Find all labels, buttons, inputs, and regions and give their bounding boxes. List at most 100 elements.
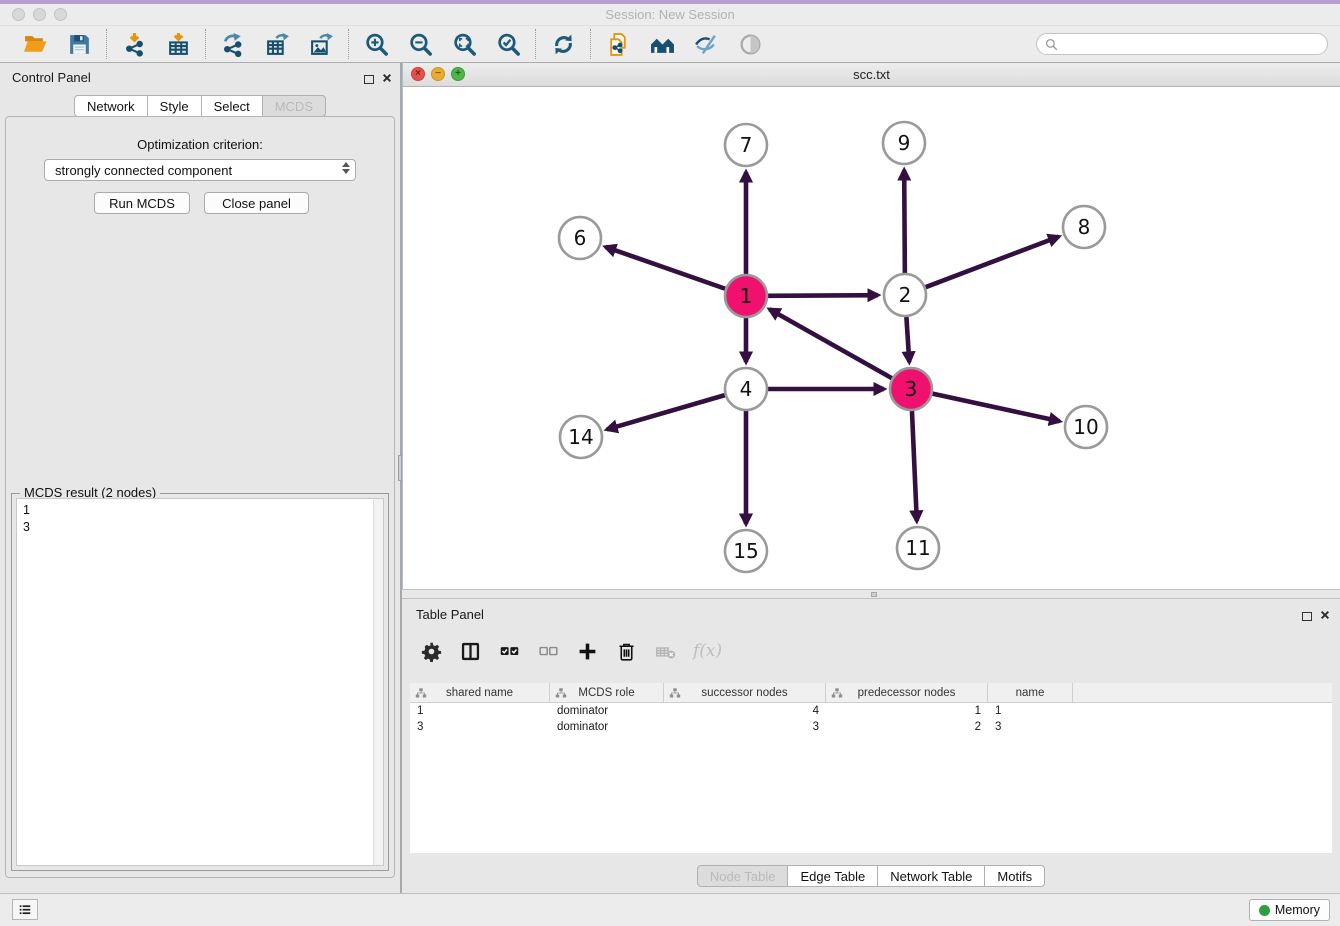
memory-button[interactable]: Memory — [1249, 899, 1330, 921]
edge-2-9[interactable] — [904, 170, 905, 273]
search-box[interactable] — [1036, 33, 1328, 55]
tab-node-table[interactable]: Node Table — [697, 865, 788, 887]
mcds-result-area[interactable]: 1 3 — [16, 498, 384, 866]
table-row[interactable]: 3dominator323 — [410, 719, 1332, 735]
tab-style[interactable]: Style — [147, 95, 201, 117]
table-panel: Table Panel f(x) shared nameMCDS rolesuc… — [402, 599, 1340, 893]
edge-4-14[interactable] — [607, 395, 725, 429]
zoom-fit-icon[interactable] — [451, 31, 477, 57]
node-label-11: 11 — [905, 536, 930, 560]
import-table-icon[interactable] — [165, 31, 191, 57]
network-window: × − + scc.txt 7968124314101511 — [402, 63, 1340, 589]
hide-selected-icon[interactable] — [693, 31, 719, 57]
node-label-1: 1 — [740, 284, 753, 308]
search-input[interactable] — [1063, 37, 1319, 51]
toolbar-group — [590, 29, 777, 59]
edge-1-6[interactable] — [605, 247, 725, 289]
cell: dominator — [550, 705, 664, 717]
unchecked-pair-icon[interactable] — [537, 640, 559, 662]
delete-row-icon[interactable] — [615, 640, 637, 662]
app-window: Session: New Session Control Panel Netwo… — [0, 0, 1340, 925]
run-mcds-button[interactable]: Run MCDS — [94, 192, 190, 214]
tab-edge-table[interactable]: Edge Table — [787, 865, 877, 887]
gear-icon[interactable] — [420, 640, 442, 662]
control-panel-tabs: NetworkStyleSelectMCDS — [0, 95, 400, 117]
node-table[interactable]: shared nameMCDS rolesuccessor nodesprede… — [410, 683, 1332, 853]
result-scrollbar[interactable] — [373, 499, 383, 865]
toolbar-group — [205, 29, 348, 59]
delete-column-icon[interactable] — [654, 640, 676, 662]
main-toolbar — [0, 26, 1340, 63]
zoom-in-icon[interactable] — [363, 31, 389, 57]
optimization-criterion-label: Optimization criterion: — [6, 137, 394, 152]
table-row[interactable]: 1dominator411 — [410, 703, 1332, 719]
refresh-layout-icon[interactable] — [550, 31, 576, 57]
horizontal-splitter[interactable] — [402, 589, 1340, 599]
show-all-icon[interactable] — [737, 31, 763, 57]
clone-network-icon[interactable] — [605, 31, 631, 57]
edge-3-1[interactable] — [770, 309, 892, 378]
splitter-grip[interactable] — [871, 592, 877, 597]
float-table-panel-icon[interactable] — [1302, 612, 1312, 621]
tab-motifs[interactable]: Motifs — [984, 865, 1045, 887]
edge-2-3[interactable] — [906, 317, 909, 362]
tab-network-table[interactable]: Network Table — [877, 865, 984, 887]
node-label-6: 6 — [574, 226, 587, 250]
checked-pair-icon[interactable] — [498, 640, 520, 662]
export-table-icon[interactable] — [264, 31, 290, 57]
close-panel-button[interactable]: Close panel — [204, 192, 309, 214]
table-toolbar: f(x) — [412, 631, 1330, 671]
zoom-out-icon[interactable] — [407, 31, 433, 57]
criterion-value: strongly connected component — [55, 163, 232, 178]
node-label-3: 3 — [905, 377, 918, 401]
column-header-successor-nodes[interactable]: successor nodes — [664, 683, 826, 702]
function-builder-icon[interactable]: f(x) — [693, 641, 722, 661]
cell: 1 — [410, 705, 550, 717]
open-file-icon[interactable] — [22, 31, 48, 57]
node-label-9: 9 — [898, 131, 911, 155]
panel-splitter-grip[interactable] — [398, 455, 402, 481]
zoom-selected-icon[interactable] — [495, 31, 521, 57]
memory-status-icon — [1259, 905, 1270, 916]
edge-1-2[interactable] — [768, 295, 878, 296]
tab-mcds[interactable]: MCDS — [262, 95, 326, 117]
node-label-15: 15 — [733, 539, 758, 563]
close-panel-icon[interactable] — [382, 70, 392, 88]
tab-select[interactable]: Select — [201, 95, 262, 117]
mcds-panel: Optimization criterion: strongly connect… — [5, 116, 395, 878]
first-neighbors-icon[interactable] — [649, 31, 675, 57]
table-panel-title: Table Panel — [416, 607, 484, 622]
toolbar-group — [535, 29, 590, 59]
column-header-name[interactable]: name — [988, 683, 1073, 702]
cell: 4 — [664, 705, 826, 717]
criterion-select[interactable]: strongly connected component — [44, 159, 356, 181]
tab-network[interactable]: Network — [74, 95, 147, 117]
edge-2-8[interactable] — [926, 237, 1059, 288]
add-row-icon[interactable] — [576, 640, 598, 662]
select-stepper-icon — [342, 162, 350, 174]
edge-3-10[interactable] — [932, 394, 1059, 422]
network-canvas[interactable]: 7968124314101511 — [403, 87, 1340, 589]
column-header-shared-name[interactable]: shared name — [410, 683, 550, 702]
task-history-button[interactable] — [12, 899, 38, 920]
node-label-8: 8 — [1078, 215, 1091, 239]
toolbar-group — [348, 29, 535, 59]
column-header-MCDS-role[interactable]: MCDS role — [550, 683, 664, 702]
export-network-icon[interactable] — [220, 31, 246, 57]
edge-3-11[interactable] — [912, 411, 917, 521]
network-window-title: scc.txt — [403, 67, 1340, 82]
network-window-titlebar: × − + scc.txt — [403, 63, 1340, 87]
close-table-panel-icon[interactable] — [1320, 607, 1330, 625]
float-panel-icon[interactable] — [364, 75, 374, 84]
cell: 3 — [410, 721, 550, 733]
mcds-result-group: MCDS result (2 nodes) 1 3 — [11, 493, 389, 871]
export-image-icon[interactable] — [308, 31, 334, 57]
columns-icon[interactable] — [459, 640, 481, 662]
import-network-icon[interactable] — [121, 31, 147, 57]
cell: 1 — [826, 705, 988, 717]
save-session-icon[interactable] — [66, 31, 92, 57]
cell: 2 — [826, 721, 988, 733]
column-header-predecessor-nodes[interactable]: predecessor nodes — [826, 683, 988, 702]
mcds-result-text: 1 3 — [17, 499, 383, 539]
search-icon — [1045, 38, 1058, 51]
